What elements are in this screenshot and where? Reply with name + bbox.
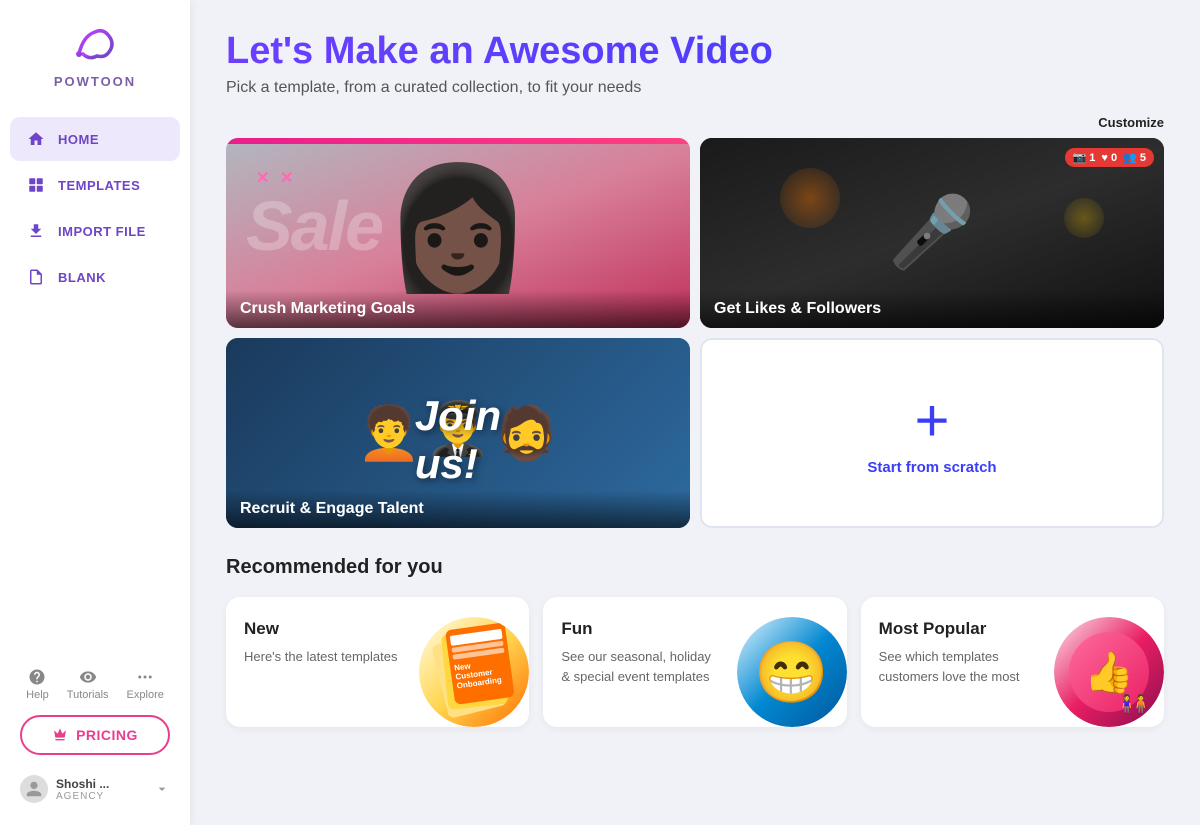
rec-card-popular[interactable]: Most Popular See which templates custome… [861,597,1164,727]
sidebar: POWTOON HOME TEMPLATES [0,0,190,825]
user-name: Shoshi ... [56,777,146,791]
main-content: Let's Make an Awesome Video Pick a templ… [190,0,1200,825]
user-profile[interactable]: Shoshi ... AGENCY [10,769,180,809]
sidebar-nav: HOME TEMPLATES IMPORT FILE [0,117,190,299]
user-info: Shoshi ... AGENCY [56,777,146,802]
template-card-followers[interactable]: 🎤 📷 1 ♥ 0 👥 5 Get Likes & Followers [700,138,1164,328]
crush-label: Crush Marketing Goals [226,290,690,328]
new-image: New CustomerOnboarding [419,617,529,727]
rec-card-fun[interactable]: Fun See our seasonal, holiday & special … [543,597,846,727]
tutorials-button[interactable]: Tutorials [67,668,109,701]
explore-icon [136,668,154,686]
badge-camera: 📷 1 [1073,151,1096,164]
template-card-scratch[interactable]: + Start from scratch [700,338,1164,528]
template-card-crush[interactable]: 👩🏿 Sale ✕ ✕ Crush Marketing Goals [226,138,690,328]
explore-button[interactable]: Explore [127,668,164,701]
bottom-icons: Help Tutorials Explore [26,668,164,701]
sidebar-item-import[interactable]: IMPORT FILE [10,209,180,253]
scratch-plus-icon: + [914,391,949,451]
recommended-grid: New Here's the latest templates New Cust… [226,597,1164,727]
chevron-down-icon [154,781,170,797]
page-subtitle: Pick a template, from a curated collecti… [226,79,1164,97]
badge-heart: ♥ 0 [1101,152,1117,164]
tutorials-icon [79,668,97,686]
user-role: AGENCY [56,791,146,802]
powtoon-logo-icon [69,18,121,70]
popular-image: 👍 🧍 🧍‍♀️ [1054,617,1164,727]
sidebar-item-templates[interactable]: TEMPLATES [10,163,180,207]
recommended-title: Recommended for you [226,556,1164,579]
badge-people: 👥 5 [1123,151,1146,164]
fun-desc: See our seasonal, holiday & special even… [561,647,721,686]
import-icon [26,221,46,241]
customize-link[interactable]: Customize [226,115,1164,130]
recruit-label: Recruit & Engage Talent [226,490,690,528]
home-icon [26,129,46,149]
user-icon [25,780,43,798]
help-icon [28,668,46,686]
sidebar-item-home[interactable]: HOME [10,117,180,161]
rec-card-new[interactable]: New Here's the latest templates New Cust… [226,597,529,727]
blank-icon [26,267,46,287]
page-title: Let's Make an Awesome Video [226,30,1164,73]
logo: POWTOON [54,18,136,89]
followers-label: Get Likes & Followers [700,290,1164,328]
pricing-button[interactable]: PRICING [20,715,170,755]
x-marks: ✕ ✕ [256,168,296,184]
sidebar-bottom: Help Tutorials Explore PRICIN [0,668,190,825]
avatar [20,775,48,803]
new-desc: Here's the latest templates [244,647,404,667]
help-button[interactable]: Help [26,668,49,701]
fun-image: 😁 [737,617,847,727]
join-text: Joinus! [415,392,501,488]
logo-text: POWTOON [54,74,136,89]
template-card-recruit[interactable]: 🧑‍🦱 👨‍✈️ 🧔 Joinus! Recruit & Engage Tale… [226,338,690,528]
popular-desc: See which templates customers love the m… [879,647,1039,686]
social-badge: 📷 1 ♥ 0 👥 5 [1065,148,1154,167]
template-grid: 👩🏿 Sale ✕ ✕ Crush Marketing Goals 🎤 [226,138,1164,528]
sale-text: Sale [246,191,382,261]
templates-icon [26,175,46,195]
sidebar-item-blank[interactable]: BLANK [10,255,180,299]
crown-icon [52,727,68,743]
scratch-label: Start from scratch [867,459,996,476]
